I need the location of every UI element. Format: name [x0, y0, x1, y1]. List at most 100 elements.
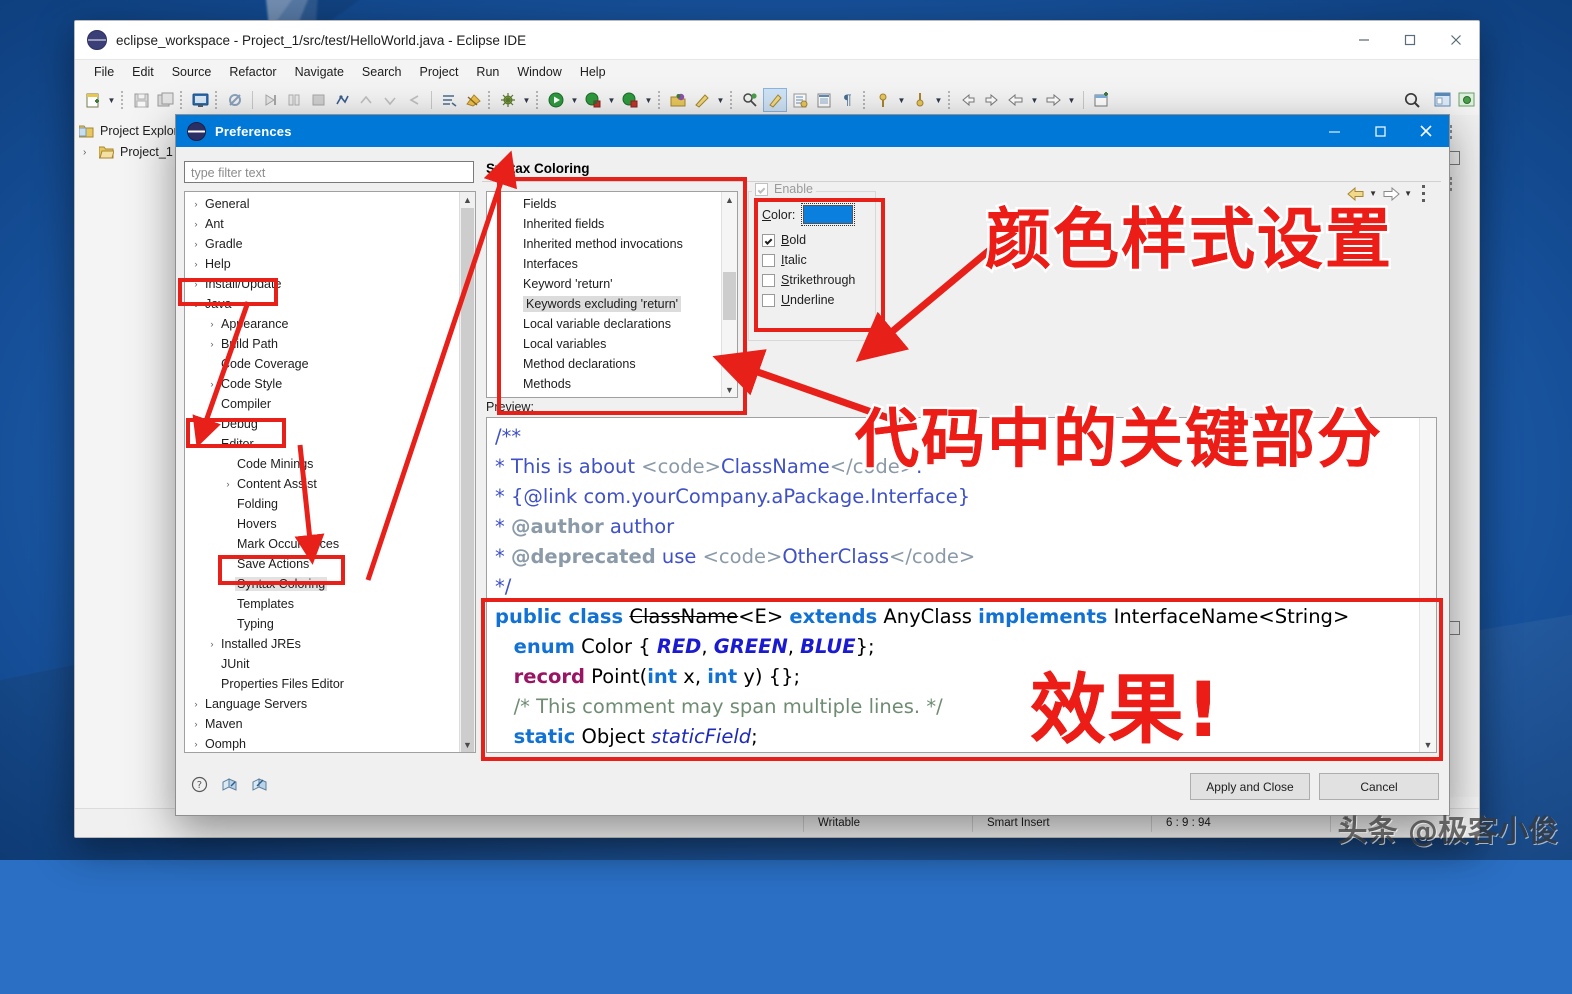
chevron-right-icon[interactable]: › [189, 699, 203, 710]
highlight-icon[interactable] [763, 88, 787, 112]
new-file-icon[interactable] [82, 89, 104, 111]
back-nav-icon[interactable] [1005, 89, 1027, 111]
chevron-right-icon[interactable]: › [189, 239, 203, 250]
italic-row[interactable]: Italic [762, 253, 855, 267]
menu-file[interactable]: File [85, 63, 123, 81]
run-icon[interactable] [545, 89, 567, 111]
previous-annotation-dropdown-icon[interactable]: ▼ [895, 89, 908, 111]
forward-nav-icon[interactable] [1042, 89, 1064, 111]
search-reference-icon[interactable] [739, 89, 761, 111]
tree-item-compiler[interactable]: › Compiler [185, 394, 459, 414]
menu-source[interactable]: Source [163, 63, 221, 81]
menu-window[interactable]: Window [508, 63, 570, 81]
chevron-right-icon[interactable]: › [189, 279, 203, 290]
tree-item-ant[interactable]: › Ant [185, 214, 459, 234]
next-annotation-dropdown-icon[interactable]: ▼ [932, 89, 945, 111]
save-icon[interactable] [130, 89, 152, 111]
search-icon[interactable] [1401, 89, 1423, 111]
menu-navigate[interactable]: Navigate [286, 63, 353, 81]
chevron-right-icon[interactable]: › [189, 739, 203, 750]
scroll-up-icon[interactable]: ▲ [722, 192, 737, 207]
view-menu-icon[interactable] [1422, 185, 1435, 202]
debug-icon[interactable] [497, 89, 519, 111]
close-button[interactable] [1433, 21, 1479, 59]
new-java-project-icon[interactable] [667, 89, 689, 111]
chevron-right-icon[interactable]: › [189, 259, 203, 270]
element-list-item[interactable]: Inherited fields [487, 214, 721, 234]
step-over-icon[interactable] [259, 89, 281, 111]
menu-run[interactable]: Run [467, 63, 508, 81]
run-coverage-icon[interactable] [582, 89, 604, 111]
help-icon[interactable]: ? [190, 775, 209, 794]
project-tree-item[interactable]: › Project_1 [83, 145, 173, 159]
perspective-java-icon[interactable] [1432, 89, 1454, 111]
element-list-item[interactable]: Method declarations [487, 354, 721, 374]
element-list-item[interactable]: Methods [487, 374, 721, 394]
element-list-item[interactable]: Keyword 'return' [487, 274, 721, 294]
tree-scrollbar[interactable]: ▲ ▼ [459, 192, 475, 752]
chevron-down-icon[interactable]: ⌄ [205, 439, 219, 450]
tree-item-build-path[interactable]: › Build Path [185, 334, 459, 354]
preferences-tree[interactable]: › General › Ant › Gradle › Help › Install/Update ⌄… [184, 191, 476, 753]
tree-item-code-minings[interactable]: Code Minings [185, 454, 459, 474]
element-list-scrollbar[interactable]: ▲ ▼ [721, 192, 737, 397]
cancel-button[interactable]: Cancel [1319, 773, 1439, 800]
chevron-right-icon[interactable]: › [205, 399, 219, 410]
perspective-debug-icon[interactable] [1456, 89, 1478, 111]
element-list-item[interactable]: Local variables [487, 334, 721, 354]
enable-checkbox-row[interactable]: Enable [752, 182, 816, 196]
back-nav-dropdown-icon[interactable]: ▼ [1028, 89, 1041, 111]
preview-scrollbar[interactable]: ▼ [1419, 418, 1436, 752]
forward-dropdown-icon[interactable]: ▼ [1404, 189, 1412, 198]
color-swatch-button[interactable] [801, 203, 856, 226]
tree-item-content-assist[interactable]: › Content Assist [185, 474, 459, 494]
run-profile-icon[interactable] [619, 89, 641, 111]
element-list-item[interactable]: Interfaces [487, 254, 721, 274]
open-type-icon[interactable] [789, 89, 811, 111]
back-history-icon[interactable] [957, 89, 979, 111]
tree-item-appearance[interactable]: › Appearance [185, 314, 459, 334]
tree-item-language-servers[interactable]: › Language Servers [185, 694, 459, 714]
previous-annotation-icon[interactable] [872, 89, 894, 111]
chevron-right-icon[interactable]: › [189, 199, 203, 210]
element-list-item[interactable]: Inherited method invocations [487, 234, 721, 254]
new-class-dropdown-icon[interactable]: ▼ [714, 89, 727, 111]
tree-item-editor[interactable]: ⌄ Editor [185, 434, 459, 454]
back-edit-icon[interactable] [403, 89, 425, 111]
debug-dropdown-icon[interactable]: ▼ [520, 89, 533, 111]
step-into-icon[interactable] [283, 89, 305, 111]
chevron-right-icon[interactable]: › [205, 639, 219, 650]
tree-item-syntax-coloring[interactable]: Syntax Coloring [185, 574, 459, 594]
next-annotation2-icon[interactable] [909, 89, 931, 111]
tree-item-hovers[interactable]: Hovers [185, 514, 459, 534]
tree-item-debug[interactable]: › Debug [185, 414, 459, 434]
enable-checkbox[interactable] [755, 182, 768, 196]
chevron-right-icon[interactable]: › [205, 419, 219, 430]
menu-refactor[interactable]: Refactor [220, 63, 285, 81]
import-icon[interactable] [220, 775, 239, 794]
strikethrough-checkbox[interactable] [762, 273, 775, 287]
tree-item-typing[interactable]: Typing [185, 614, 459, 634]
tree-item-help[interactable]: › Help [185, 254, 459, 274]
menu-project[interactable]: Project [411, 63, 468, 81]
tree-item-maven[interactable]: › Maven [185, 714, 459, 734]
save-all-icon[interactable] [154, 89, 176, 111]
skip-breakpoints-icon[interactable] [224, 89, 246, 111]
italic-checkbox[interactable] [762, 253, 775, 267]
chevron-right-icon[interactable]: › [83, 147, 93, 158]
scrollbar-thumb[interactable] [461, 208, 474, 752]
scroll-down-icon[interactable]: ▼ [460, 737, 475, 752]
close-button[interactable] [1403, 115, 1449, 147]
tree-item-properties-files-editor[interactable]: Properties Files Editor [185, 674, 459, 694]
tree-item-installed-jres[interactable]: › Installed JREs [185, 634, 459, 654]
maximize-button[interactable] [1357, 115, 1403, 147]
chevron-right-icon[interactable]: › [221, 479, 235, 490]
menu-search[interactable]: Search [353, 63, 411, 81]
step-return-icon[interactable] [307, 89, 329, 111]
bold-checkbox[interactable] [762, 233, 775, 247]
syntax-element-list[interactable]: Fields Inherited fields Inherited method i… [486, 191, 738, 398]
next-annotation-icon[interactable] [331, 89, 353, 111]
forward-history-icon[interactable] [981, 89, 1003, 111]
open-perspective-icon[interactable] [1090, 89, 1112, 111]
minimize-button[interactable] [1311, 115, 1357, 147]
